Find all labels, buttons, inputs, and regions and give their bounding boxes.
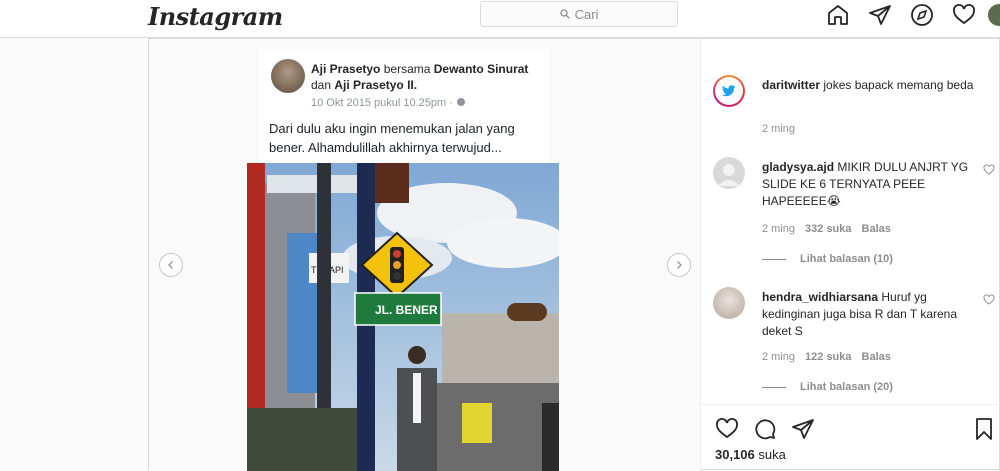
reply-button[interactable]: Balas [862,351,891,363]
comment-body: hendra_widhiarsana Huruf yg kedinginan j… [762,289,978,340]
caption-avatar[interactable] [713,75,745,107]
comment-time[interactable]: 2 ming [762,351,795,363]
direct-icon[interactable] [868,3,892,27]
search-placeholder: Cari [574,6,599,22]
caption-username[interactable]: daritwitter [762,78,820,92]
caption-body: daritwitter jokes bapack memang beda [762,77,978,94]
comment-icon[interactable] [753,417,777,441]
view-replies-button[interactable]: Lihat balasan (20) [762,381,893,393]
like-icon [983,164,995,175]
view-replies-label: Lihat balasan (10) [800,253,893,265]
comment-avatar[interactable] [713,157,745,189]
fb-tagged-2: Aji Prasetyo II [334,78,414,92]
fb-date: 10 Okt 2015 pukul 10.25pm · [311,97,466,109]
instagram-logo[interactable]: Instagram [148,2,283,31]
fb-author: Aji Prasetyo [311,62,381,76]
comment-username[interactable]: gladysya.ajd [762,160,834,174]
caption-meta: 2 ming [762,123,795,135]
post-likes[interactable]: 30,106 suka [715,447,786,462]
comment-meta: 2 ming 332 suka Balas [762,223,891,235]
comment-avatar[interactable] [713,287,745,319]
view-replies-label: Lihat balasan (20) [800,381,893,393]
street-sign: JL. BENER [375,303,438,317]
post-actions: 30,106 suka [701,404,1000,471]
replies-line [762,386,786,388]
fb-avatar [271,59,305,93]
fb-and: dan [311,78,332,92]
post-media: Aji Prasetyo bersama Dewanto Sinurat dan… [149,39,700,471]
share-icon[interactable] [791,417,815,441]
search-icon [559,9,570,19]
twitter-bird-icon [722,85,736,97]
comment-like-button[interactable] [983,293,995,305]
like-icon[interactable] [715,417,739,441]
next-slide-button[interactable] [667,253,691,277]
comment-likes[interactable]: 122 suka [805,351,851,363]
likes-count: 30,106 [715,447,755,462]
likes-label: suka [758,447,786,462]
comment-like-button[interactable] [983,163,995,175]
comment-likes[interactable]: 332 suka [805,223,851,235]
chevron-left-icon [168,261,173,269]
fb-post-text: Dari dulu aku ingin menemukan jalan yang… [269,121,515,155]
comment-time[interactable]: 2 ming [762,223,795,235]
prev-slide-button[interactable] [159,253,183,277]
caption-text: jokes bapack memang beda [823,78,974,92]
action-icons [715,417,815,441]
bookmark-button[interactable] [972,417,996,441]
comment-body: gladysya.ajd MIKIR DULU ANJRT YG SLIDE K… [762,159,978,210]
chevron-right-icon [677,261,682,269]
comments-panel: daritwitter jokes bapack memang beda 2 m… [700,39,1000,471]
street-photo: TERAPI JL. BENER [247,163,559,471]
replies-line [762,258,786,260]
comment-username[interactable]: hendra_widhiarsana [762,290,878,304]
fb-date-text: 10 Okt 2015 pukul 10.25pm · [311,97,456,109]
fb-with: bersama [383,62,431,76]
globe-icon [456,98,465,106]
heart-icon[interactable] [952,3,976,27]
nav-icons [826,3,976,27]
search-input[interactable]: Cari [480,1,678,27]
post-dialog: Aji Prasetyo bersama Dewanto Sinurat dan… [148,38,1000,471]
like-icon [983,294,995,305]
comment-meta: 2 ming 122 suka Balas [762,351,891,363]
facebook-post-card: Aji Prasetyo bersama Dewanto Sinurat dan… [259,49,549,167]
explore-icon[interactable] [910,3,934,27]
profile-avatar[interactable] [988,4,1000,26]
caption-time: 2 ming [762,123,796,135]
view-replies-button[interactable]: Lihat balasan (10) [762,253,893,265]
fb-post-header: Aji Prasetyo bersama Dewanto Sinurat dan… [311,62,529,92]
fb-tagged-1: Dewanto Sinurat [433,62,529,76]
bookmark-icon [976,418,992,440]
top-navbar: Instagram Cari [0,0,1000,38]
reply-button[interactable]: Balas [862,223,891,235]
home-icon[interactable] [826,3,850,27]
